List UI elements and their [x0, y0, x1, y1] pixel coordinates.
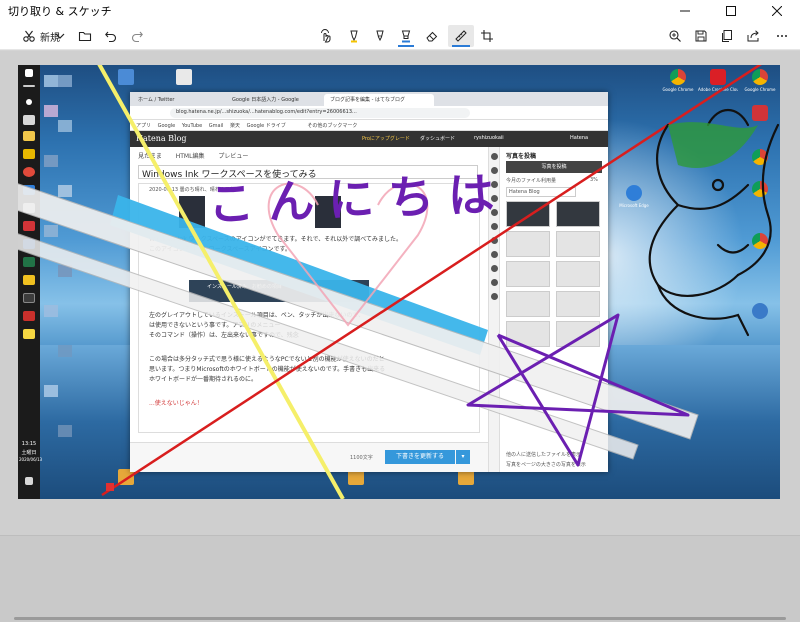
eraser-button[interactable] [420, 25, 444, 47]
highlighter-icon [401, 30, 411, 43]
undo-button[interactable] [100, 25, 122, 47]
toolbar: 新規 [0, 22, 800, 50]
pencil-icon [376, 30, 384, 42]
folder-icon [78, 31, 92, 42]
red-marker-dot [106, 483, 114, 491]
highlighter-selected-indicator [398, 45, 414, 47]
more-icon [777, 35, 787, 37]
ink-overlay[interactable] [18, 65, 780, 499]
close-icon [772, 6, 782, 16]
ruler-icon [455, 30, 467, 42]
window-title: 切り取り & スケッチ [8, 5, 112, 18]
share-icon [747, 30, 759, 42]
close-button[interactable] [754, 0, 800, 22]
ruler-selected-indicator [452, 45, 470, 47]
zoom-in-icon [669, 30, 681, 42]
minimize-icon [680, 10, 690, 12]
canvas-empty-area [0, 535, 800, 622]
highlighter-button[interactable] [394, 25, 418, 47]
screenshot-image[interactable]: 13:15 土曜日 2020/06/13 Google Chrome Adobe… [18, 65, 780, 499]
canvas-area[interactable]: 13:15 土曜日 2020/06/13 Google Chrome Adobe… [0, 51, 800, 622]
new-snip-dropdown[interactable] [52, 25, 68, 47]
crop-icon [481, 30, 493, 42]
share-button[interactable] [742, 25, 764, 47]
touch-writing-button[interactable] [314, 25, 338, 47]
ballpoint-pen-button[interactable] [342, 25, 366, 47]
ballpoint-pen-icon [350, 30, 358, 43]
maximize-icon [726, 6, 736, 16]
redo-icon [131, 31, 143, 43]
dragon-green-fill [668, 122, 758, 169]
ruler-button[interactable] [448, 25, 474, 47]
crop-button[interactable] [476, 25, 498, 47]
chevron-down-icon [55, 33, 65, 39]
copy-icon [722, 30, 732, 42]
save-button[interactable] [690, 25, 712, 47]
save-icon [695, 30, 707, 42]
zoom-button[interactable] [664, 25, 686, 47]
scissors-icon [23, 30, 35, 42]
maximize-button[interactable] [708, 0, 754, 22]
handwritten-text: こんにちは [207, 166, 509, 232]
minimize-button[interactable] [662, 0, 708, 22]
open-file-button[interactable] [74, 25, 96, 47]
eraser-icon [426, 31, 438, 42]
copy-button[interactable] [716, 25, 738, 47]
more-button[interactable] [770, 25, 794, 47]
horizontal-scrollbar[interactable] [14, 617, 786, 620]
pencil-button[interactable] [368, 25, 392, 47]
undo-icon [105, 31, 117, 43]
redo-button[interactable] [126, 25, 148, 47]
touch-writing-icon [321, 29, 331, 43]
title-bar: 切り取り & スケッチ [0, 0, 800, 22]
